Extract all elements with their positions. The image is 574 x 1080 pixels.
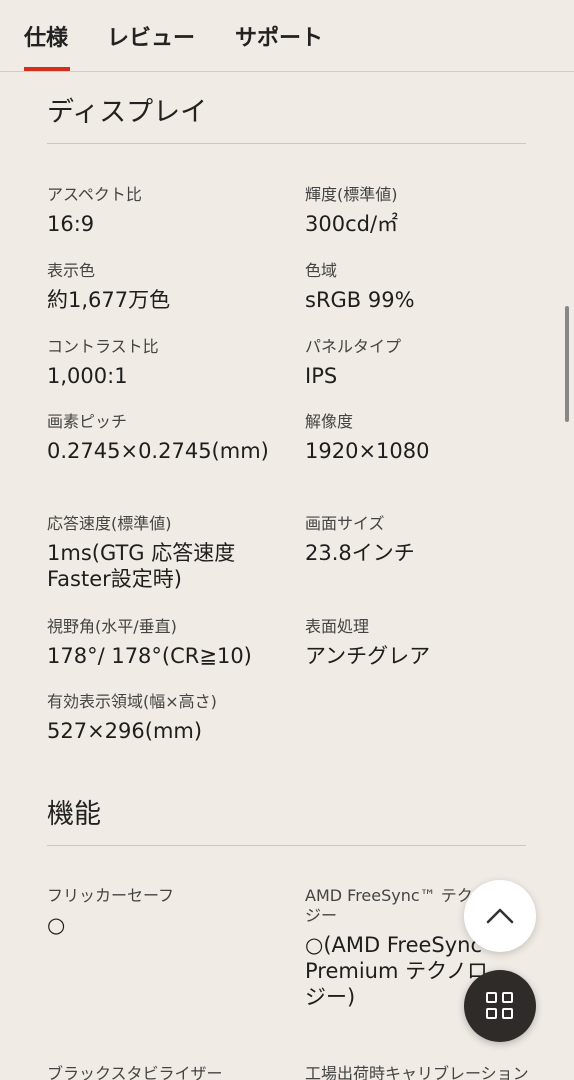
spec-color-gamut: 色域 sRGB 99% <box>305 261 535 313</box>
grid-icon <box>486 992 514 1020</box>
spec-value: アンチグレア <box>305 644 431 668</box>
spec-value: 527×296(mm) <box>47 719 203 743</box>
spec-value: 23.8インチ <box>305 541 415 565</box>
spec-resolution: 解像度 1920×1080 <box>305 412 535 464</box>
spec-label: 視野角(水平/垂直) <box>47 617 177 636</box>
spec-value: 1,000:1 <box>47 364 128 388</box>
spec-label: 画素ピッチ <box>47 412 128 431</box>
spec-label: 輝度(標準値) <box>305 185 398 204</box>
spec-flicker-safe: フリッカーセーフ ○ <box>47 886 272 938</box>
spec-label: 表面処理 <box>305 617 370 636</box>
spec-brightness: 輝度(標準値) 300cd/㎡ <box>305 185 535 237</box>
spec-aspect-ratio: アスペクト比 16:9 <box>47 185 272 237</box>
spec-label: フリッカーセーフ <box>47 886 175 905</box>
spec-value: 300cd/㎡ <box>305 212 399 236</box>
active-tab-indicator <box>24 67 70 71</box>
spec-response-time: 応答速度(標準値) 1ms(GTG 応答速度Faster設定時) <box>47 514 272 592</box>
tab-specs[interactable]: 仕様 <box>24 20 68 72</box>
section-divider <box>47 845 526 846</box>
spec-viewing-angle: 視野角(水平/垂直) 178°/ 178°(CR≧10) <box>47 617 272 669</box>
tab-support[interactable]: サポート <box>235 20 323 72</box>
spec-value: 1920×1080 <box>305 439 430 463</box>
spec-value: ○ <box>47 913 66 937</box>
tab-bar: 仕様 レビュー サポート <box>0 0 574 72</box>
spec-label-partial: ブラックスタビライザー <box>47 1064 223 1080</box>
spec-value: 1ms(GTG 応答速度Faster設定時) <box>47 541 236 591</box>
section-title-features: 機能 <box>47 799 101 830</box>
product-spec-page: 仕様 レビュー サポート ディスプレイ アスペクト比 16:9 輝度(標準値) … <box>0 0 574 1080</box>
spec-value: 約1,677万色 <box>47 288 171 312</box>
spec-label: パネルタイプ <box>305 337 402 356</box>
menu-button[interactable] <box>464 970 536 1042</box>
spec-value: IPS <box>305 364 338 388</box>
spec-panel-type: パネルタイプ IPS <box>305 337 535 389</box>
spec-value: 178°/ 178°(CR≧10) <box>47 644 252 668</box>
spec-label: 画面サイズ <box>305 514 385 533</box>
section-divider <box>47 143 526 144</box>
spec-label: 表示色 <box>47 261 96 280</box>
spec-label: コントラスト比 <box>47 337 159 356</box>
spec-label: 応答速度(標準値) <box>47 514 172 533</box>
chevron-up-icon <box>486 908 514 924</box>
spec-screen-size: 画面サイズ 23.8インチ <box>305 514 535 566</box>
scroll-to-top-button[interactable] <box>464 880 536 952</box>
spec-active-area: 有効表示領域(幅×高さ) 527×296(mm) <box>47 692 307 744</box>
spec-label-partial: 工場出荷時キャリブレーション <box>305 1064 529 1080</box>
spec-surface-treatment: 表面処理 アンチグレア <box>305 617 535 669</box>
spec-label: アスペクト比 <box>47 185 142 204</box>
spec-value: sRGB 99% <box>305 288 415 312</box>
spec-label: 色域 <box>305 261 338 280</box>
spec-display-colors: 表示色 約1,677万色 <box>47 261 272 313</box>
spec-value: 0.2745×0.2745(mm) <box>47 439 269 463</box>
tab-reviews[interactable]: レビュー <box>107 20 195 72</box>
section-title-display: ディスプレイ <box>47 97 208 128</box>
spec-contrast-ratio: コントラスト比 1,000:1 <box>47 337 272 389</box>
spec-label: 有効表示領域(幅×高さ) <box>47 692 217 711</box>
spec-pixel-pitch: 画素ピッチ 0.2745×0.2745(mm) <box>47 412 272 464</box>
spec-label: 解像度 <box>305 412 354 431</box>
scrollbar[interactable] <box>565 306 569 422</box>
spec-value: 16:9 <box>47 212 95 236</box>
